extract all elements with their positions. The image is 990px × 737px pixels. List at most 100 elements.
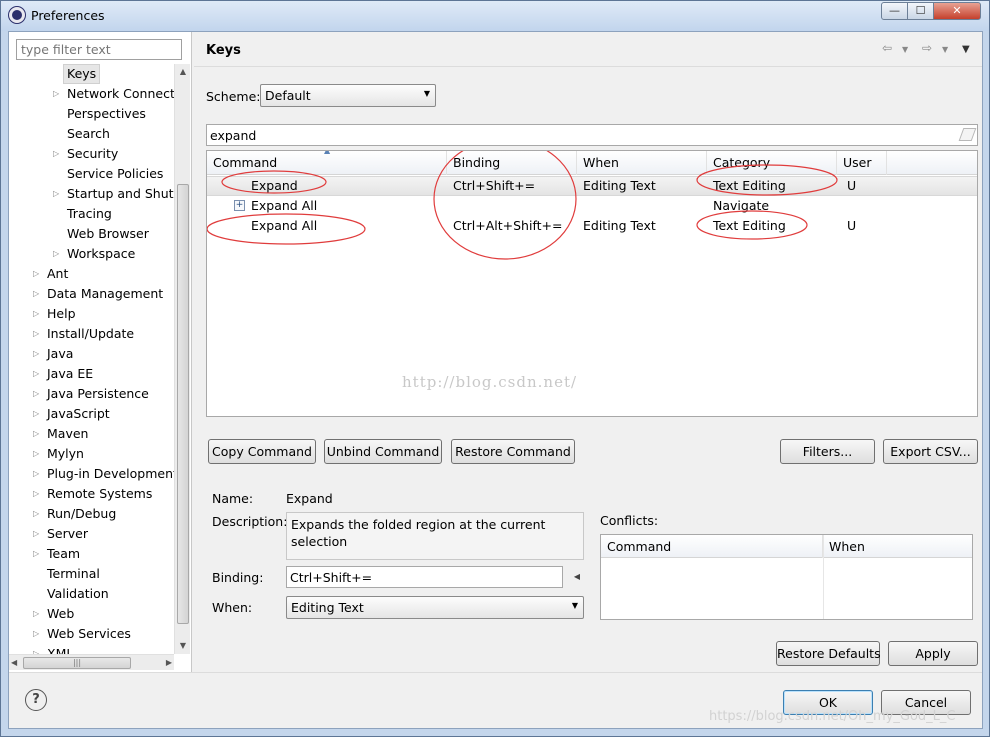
copy-command-button[interactable]: Copy Command [208, 439, 316, 464]
annotation-circle-binding [433, 151, 577, 260]
expand-arrow-icon[interactable]: ▷ [33, 644, 43, 654]
name-value: Expand [286, 491, 333, 506]
tree-item-label: Team [47, 546, 81, 561]
tree-horizontal-scrollbar[interactable]: ◀ ||| ▶ [9, 654, 174, 670]
unbind-command-button[interactable]: Unbind Command [324, 439, 442, 464]
preferences-window: Preferences — ☐ ✕ Keys▷Network ConnectiP… [0, 0, 990, 737]
expand-arrow-icon[interactable]: ▷ [33, 464, 43, 484]
scroll-right-icon[interactable]: ▶ [166, 655, 172, 671]
scrollbar-thumb[interactable] [177, 184, 189, 624]
description-value: Expands the folded region at the current… [291, 517, 546, 549]
binding-menu-icon[interactable]: ◀ [570, 567, 584, 587]
export-csv-button[interactable]: Export CSV... [883, 439, 978, 464]
forward-arrow-icon[interactable]: ⇨ [922, 41, 932, 55]
tree-item-label: Help [47, 306, 76, 321]
scroll-up-icon[interactable]: ▲ [175, 64, 191, 80]
expand-arrow-icon[interactable]: ▷ [53, 84, 63, 104]
back-arrow-icon[interactable]: ⇦ [882, 41, 892, 55]
forward-dropdown-icon[interactable]: ▼ [942, 45, 948, 54]
binding-value: Ctrl+Shift+= [290, 570, 373, 585]
expand-arrow-icon[interactable]: ▷ [33, 364, 43, 384]
apply-button[interactable]: Apply [888, 641, 978, 666]
header-divider [194, 66, 982, 67]
expand-arrow-icon[interactable]: ▷ [33, 264, 43, 284]
expand-arrow-icon[interactable]: ▷ [33, 384, 43, 404]
window-title: Preferences [31, 8, 105, 23]
tree-item-label: Web Browser [67, 226, 149, 241]
when-label: When: [212, 600, 253, 615]
expand-arrow-icon[interactable]: ▷ [33, 544, 43, 564]
view-menu-icon[interactable]: ▼ [962, 44, 970, 55]
description-field[interactable]: Expands the folded region at the current… [286, 512, 584, 560]
tree-item-label: Mylyn [47, 446, 84, 461]
tree-item-label: Web Services [47, 626, 131, 641]
tree-item-label: Search [67, 126, 110, 141]
expand-arrow-icon[interactable]: ▷ [33, 324, 43, 344]
expand-arrow-icon[interactable]: ▷ [53, 184, 63, 204]
expand-arrow-icon[interactable]: ▷ [33, 344, 43, 364]
tree-item-label: Plug-in Development [47, 466, 174, 481]
expand-arrow-icon[interactable]: ▷ [33, 444, 43, 464]
tree-item-label: Remote Systems [47, 486, 153, 501]
binding-label: Binding: [212, 570, 264, 585]
restore-command-button[interactable]: Restore Command [451, 439, 575, 464]
help-icon[interactable]: ? [25, 689, 47, 711]
expand-arrow-icon[interactable]: ▷ [33, 524, 43, 544]
horizontal-scrollbar-thumb[interactable]: ||| [23, 657, 131, 669]
back-dropdown-icon[interactable]: ▼ [902, 45, 908, 54]
preferences-tree: Keys ▷ Network Connecti Perspectives Search ▷… [9, 64, 174, 654]
conflicts-col-command[interactable]: Command [601, 535, 823, 558]
tree-item-label: Network Connecti [67, 86, 174, 101]
left-pane: Keys▷Network ConnectiPerspectivesSearch▷… [9, 32, 192, 672]
conflicts-label: Conflicts: [600, 513, 659, 528]
filter-input[interactable] [16, 39, 182, 60]
tree-item-label: Java Persistence [47, 386, 149, 401]
restore-defaults-button[interactable]: Restore Defaults [776, 641, 881, 666]
scroll-left-icon[interactable]: ◀ [11, 655, 17, 671]
page-title: Keys [206, 43, 241, 58]
tree-item-label: Terminal [47, 566, 100, 581]
tree-item-label: Run/Debug [47, 506, 117, 521]
tree-item-label: Startup and Shutd [67, 186, 174, 201]
expand-arrow-icon[interactable]: ▷ [33, 404, 43, 424]
tree-item-label: Perspectives [67, 106, 146, 121]
maximize-button[interactable]: ☐ [907, 2, 934, 20]
expand-arrow-icon[interactable]: ▷ [53, 144, 63, 164]
annotation-layer [207, 151, 838, 260]
annotation-circle-expand [221, 170, 327, 194]
expand-arrow-icon[interactable]: ▷ [33, 504, 43, 524]
binding-input[interactable]: Ctrl+Shift+= [286, 566, 563, 588]
scheme-select[interactable]: Default ▼ [260, 84, 436, 107]
right-pane: Keys ⇦ ▼ ⇨ ▼ ▼ Scheme: Default ▼ expand … [194, 32, 982, 672]
expand-arrow-icon[interactable]: ▷ [33, 624, 43, 644]
title-bar[interactable]: Preferences — ☐ ✕ [1, 1, 989, 31]
close-button[interactable]: ✕ [933, 2, 981, 20]
keys-search-input[interactable]: expand [206, 124, 978, 146]
tree-item-label: Tracing [67, 206, 112, 221]
conflicts-header: Command When [601, 535, 972, 558]
column-divider [823, 535, 824, 619]
tree-item-label: Server [47, 526, 88, 541]
tree-item-label: Data Management [47, 286, 164, 301]
expand-arrow-icon[interactable]: ▷ [33, 304, 43, 324]
filters-button[interactable]: Filters... [780, 439, 875, 464]
clear-icon[interactable] [958, 128, 977, 141]
conflicts-col-when[interactable]: When [823, 535, 972, 558]
tree-item-label: Ant [47, 266, 69, 281]
expand-arrow-icon[interactable]: ▷ [33, 604, 43, 624]
expand-arrow-icon[interactable]: ▷ [33, 284, 43, 304]
expand-arrow-icon[interactable]: ▷ [33, 484, 43, 504]
scheme-value: Default [265, 88, 311, 103]
tree-item-label: Keys [63, 64, 101, 84]
dialog-client: Keys▷Network ConnectiPerspectivesSearch▷… [8, 31, 983, 729]
tree-item-label: Java EE [47, 366, 94, 381]
scheme-label: Scheme: [206, 89, 261, 104]
when-value: Editing Text [291, 600, 364, 615]
tree-item-label: Service Policies [67, 166, 164, 181]
expand-arrow-icon[interactable]: ▷ [53, 244, 63, 264]
scroll-down-icon[interactable]: ▼ [175, 638, 191, 654]
when-select[interactable]: Editing Text ▼ [286, 596, 584, 619]
tree-vertical-scrollbar[interactable]: ▲ ▼ [174, 64, 190, 654]
minimize-button[interactable]: — [881, 2, 908, 20]
expand-arrow-icon[interactable]: ▷ [33, 424, 43, 444]
